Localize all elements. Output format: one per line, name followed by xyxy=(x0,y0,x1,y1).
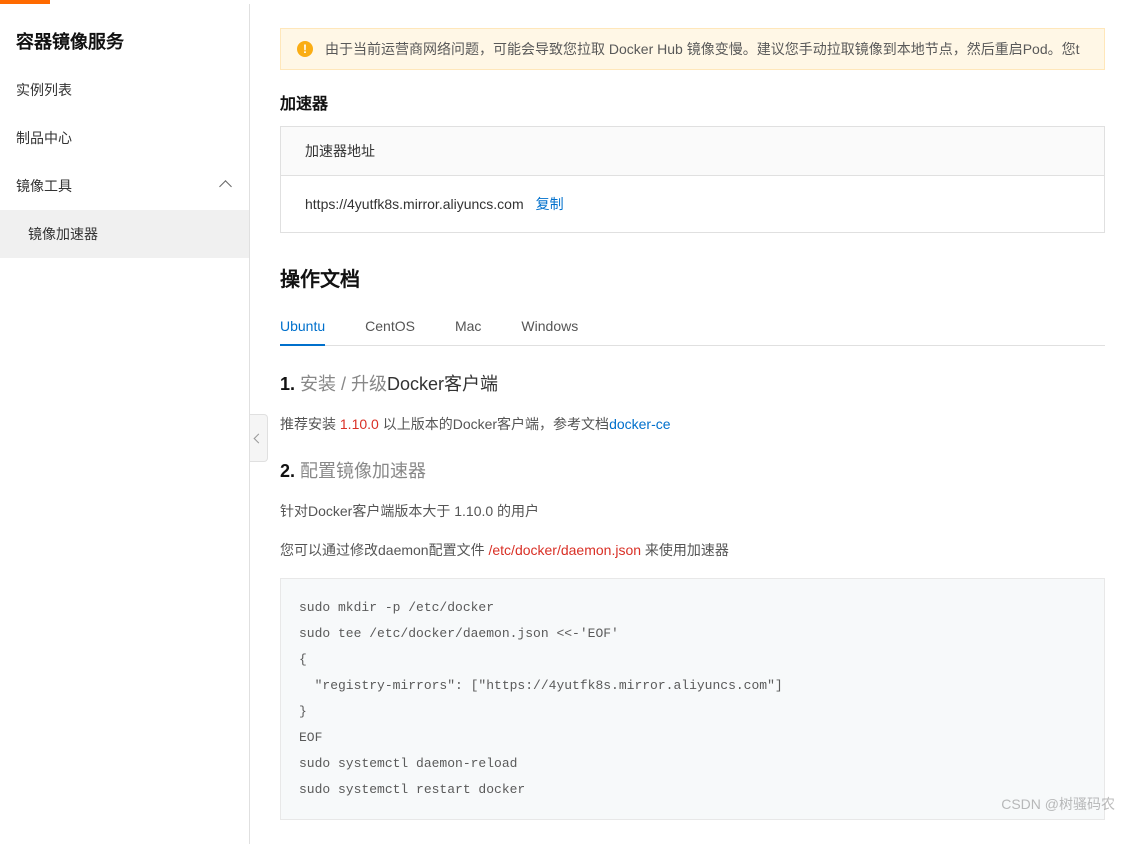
step2-title: 2. 配置镜像加速器 xyxy=(280,457,1105,483)
accelerator-card: 加速器地址 https://4yutfk8s.mirror.aliyuncs.c… xyxy=(280,126,1105,233)
tab-ubuntu[interactable]: Ubuntu xyxy=(280,308,325,346)
copy-link[interactable]: 复制 xyxy=(536,194,564,214)
step2-paragraph1: 针对Docker客户端版本大于 1.10.0 的用户 xyxy=(280,499,1105,524)
step-text: 配置镜像加速器 xyxy=(295,461,426,481)
code-block: sudo mkdir -p /etc/docker sudo tee /etc/… xyxy=(280,578,1105,820)
version-text: 1.10.0 xyxy=(340,416,379,432)
sidebar-item-products[interactable]: 制品中心 xyxy=(0,114,249,162)
sidebar-item-label: 实例列表 xyxy=(16,80,72,100)
warning-alert: ! 由于当前运营商网络问题，可能会导致您拉取 Docker Hub 镜像变慢。建… xyxy=(280,28,1105,70)
main-content: ! 由于当前运营商网络问题，可能会导致您拉取 Docker Hub 镜像变慢。建… xyxy=(250,4,1135,844)
section-title-accelerator: 加速器 xyxy=(280,90,1105,114)
tab-centos[interactable]: CentOS xyxy=(365,308,415,345)
chevron-up-icon xyxy=(221,180,233,192)
step-number: 2. xyxy=(280,461,295,481)
text: 推荐安装 xyxy=(280,416,340,432)
step1-title: 1. 安装 / 升级Docker客户端 xyxy=(280,370,1105,396)
card-header: 加速器地址 xyxy=(281,127,1104,176)
os-tabs: Ubuntu CentOS Mac Windows xyxy=(280,308,1105,346)
mirror-url: https://4yutfk8s.mirror.aliyuncs.com xyxy=(305,196,524,212)
docs-title: 操作文档 xyxy=(280,263,1105,292)
text: 以上版本的Docker客户端，参考文档 xyxy=(379,416,609,432)
step1-paragraph: 推荐安装 1.10.0 以上版本的Docker客户端，参考文档docker-ce xyxy=(280,412,1105,437)
tab-mac[interactable]: Mac xyxy=(455,308,481,345)
warning-icon: ! xyxy=(297,41,313,57)
sidebar-collapse-handle[interactable] xyxy=(250,414,268,462)
docker-ce-link[interactable]: docker-ce xyxy=(609,416,670,432)
sidebar: 容器镜像服务 实例列表 制品中心 镜像工具 镜像加速器 xyxy=(0,4,250,844)
step-number: 1. xyxy=(280,374,295,394)
sidebar-title: 容器镜像服务 xyxy=(0,4,249,66)
step-text: 安装 / 升级 xyxy=(295,374,387,394)
step2-paragraph2: 您可以通过修改daemon配置文件 /etc/docker/daemon.jso… xyxy=(280,538,1105,563)
card-body: https://4yutfk8s.mirror.aliyuncs.com 复制 xyxy=(281,176,1104,232)
sidebar-subitem-accelerator[interactable]: 镜像加速器 xyxy=(0,210,249,258)
step-bold: Docker客户端 xyxy=(387,374,498,394)
alert-text: 由于当前运营商网络问题，可能会导致您拉取 Docker Hub 镜像变慢。建议您… xyxy=(325,39,1080,59)
sidebar-item-label: 制品中心 xyxy=(16,128,72,148)
config-path: /etc/docker/daemon.json xyxy=(488,542,641,558)
sidebar-item-image-tools[interactable]: 镜像工具 xyxy=(0,162,249,210)
text: 您可以通过修改daemon配置文件 xyxy=(280,542,488,558)
sidebar-item-label: 镜像工具 xyxy=(16,176,72,196)
tab-windows[interactable]: Windows xyxy=(521,308,578,345)
text: 来使用加速器 xyxy=(641,542,729,558)
sidebar-item-instances[interactable]: 实例列表 xyxy=(0,66,249,114)
